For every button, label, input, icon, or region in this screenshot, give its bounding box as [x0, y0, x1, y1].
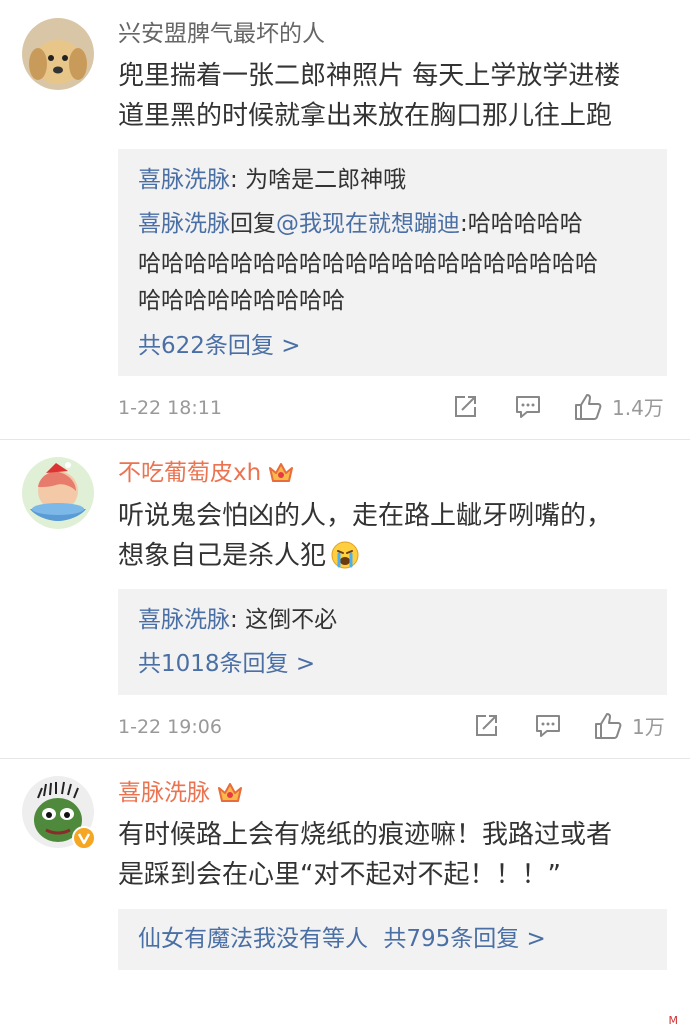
watermark: M: [668, 1014, 679, 1027]
comment-icon[interactable]: [534, 713, 562, 739]
avatar[interactable]: [22, 776, 96, 850]
thumbs-up-icon[interactable]: [573, 392, 603, 422]
comment-text: 想象自己是杀人犯: [118, 541, 327, 571]
avatar[interactable]: [22, 457, 94, 529]
reply-item: 喜脉洗脉回复@我现在就想蹦迪:哈哈哈哈哈: [138, 208, 583, 240]
reply-author[interactable]: 喜脉洗脉: [138, 211, 230, 237]
reply-item: 喜脉洗脉: 为啥是二郎神哦: [138, 164, 406, 196]
thumbs-up-icon[interactable]: [593, 711, 623, 741]
comment-text-line: 有时候路上会有烧纸的痕迹嘛！我路过或者: [118, 820, 613, 850]
reply-author[interactable]: 喜脉洗脉: [138, 167, 230, 193]
reply-separator: :: [230, 607, 246, 633]
divider: [0, 758, 690, 759]
reply-mention[interactable]: @我现在就想蹦迪: [276, 211, 460, 237]
reply-text: 为啥是二郎神哦: [245, 167, 407, 193]
more-replies-link[interactable]: 共1018条回复 >: [138, 648, 315, 680]
username-text[interactable]: 不吃葡萄皮xh: [118, 460, 261, 486]
like-count: 1.4万: [612, 396, 664, 420]
reply-separator: :: [460, 211, 468, 237]
share-icon[interactable]: [473, 713, 499, 739]
username-text[interactable]: 喜脉洗脉: [118, 780, 210, 806]
reply-box[interactable]: 喜脉洗脉: 为啥是二郎神哦 喜脉洗脉回复@我现在就想蹦迪:哈哈哈哈哈 哈哈哈哈哈…: [118, 149, 667, 376]
timestamp: 1-22 19:06: [118, 716, 222, 738]
more-replies-link[interactable]: 共622条回复 >: [138, 330, 300, 362]
reply-text: 哈哈哈哈哈: [467, 211, 583, 237]
comment-text-line: 想象自己是杀人犯: [118, 536, 678, 576]
username[interactable]: 不吃葡萄皮xh: [118, 458, 295, 488]
divider: [0, 439, 690, 440]
crying-emoji-icon: [331, 541, 359, 569]
username[interactable]: 兴安盟脾气最坏的人: [118, 19, 325, 49]
reply-preview-user[interactable]: 仙女有魔法我没有等人: [138, 926, 368, 952]
comment-text-line: 是踩到会在心里“对不起对不起！！！”: [118, 860, 561, 890]
username[interactable]: 喜脉洗脉: [118, 778, 244, 808]
dog-avatar-icon: [22, 18, 94, 90]
reply-text: 这倒不必: [245, 607, 338, 633]
reply-separator: :: [230, 167, 246, 193]
reply-preview: 仙女有魔法我没有等人 共795条回复 >: [138, 923, 546, 955]
reply-box[interactable]: 喜脉洗脉: 这倒不必 共1018条回复 >: [118, 589, 667, 695]
cartoon-avatar-icon: [22, 457, 94, 529]
comment-text-line: 道里黑的时候就拿出来放在胸口那儿往上跑: [118, 101, 613, 131]
reply-box[interactable]: 仙女有魔法我没有等人 共795条回复 >: [118, 909, 667, 970]
comment-footer: 1-22 18:11 1.4万: [118, 388, 678, 428]
verified-badge-icon: [72, 826, 96, 850]
reply-text-line: 哈哈哈哈哈哈哈哈哈哈哈哈哈哈哈哈哈哈哈哈: [138, 251, 598, 277]
crown-badge-icon: [269, 463, 294, 482]
reply-author[interactable]: 喜脉洗脉: [138, 607, 230, 633]
like-count: 1万: [632, 715, 665, 739]
comment-text-line: 兜里揣着一张二郎神照片 每天上学放学进楼: [118, 61, 621, 91]
comment-icon[interactable]: [514, 394, 542, 420]
more-replies-link[interactable]: 共795条回复 >: [383, 926, 545, 952]
crown-badge-icon: [218, 783, 242, 802]
share-icon[interactable]: [452, 394, 478, 420]
reply-text-line: 哈哈哈哈哈哈哈哈哈: [138, 288, 345, 314]
comment-footer: 1-22 19:06 1万: [118, 707, 678, 747]
avatar[interactable]: [22, 18, 94, 90]
reply-word: 回复: [230, 211, 276, 237]
timestamp: 1-22 18:11: [118, 397, 222, 419]
comment-text-line: 听说鬼会怕凶的人，走在路上龇牙咧嘴的，: [118, 501, 613, 531]
reply-item: 喜脉洗脉: 这倒不必: [138, 604, 337, 636]
